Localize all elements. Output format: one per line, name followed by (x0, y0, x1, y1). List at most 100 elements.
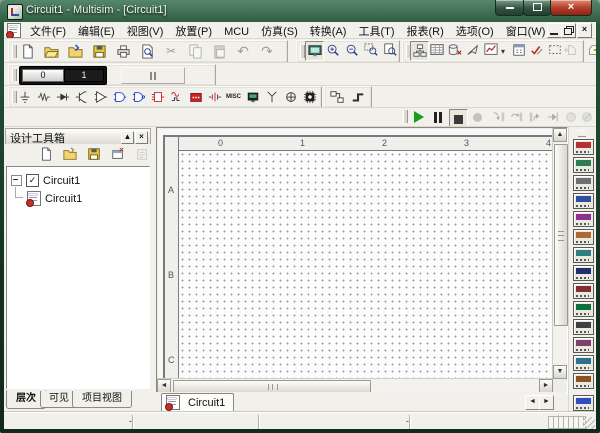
instrument-word-generator-icon[interactable] (573, 265, 594, 281)
run-simulation-button[interactable] (410, 108, 427, 126)
scroll-up-button[interactable]: ▲ (553, 128, 567, 142)
instrument-logic-converter-icon[interactable] (573, 283, 594, 299)
toolbox-rename-button[interactable] (133, 145, 150, 163)
tab-scroll-left-button[interactable]: ◄ (525, 395, 540, 410)
save-button[interactable] (89, 41, 109, 61)
capture-area-button[interactable] (546, 41, 563, 59)
place-ttl-button[interactable] (111, 88, 128, 106)
pause-simulation-button[interactable] (429, 108, 446, 126)
place-rf-button[interactable] (263, 88, 280, 106)
design-toolbox-toggle-button[interactable] (410, 41, 429, 61)
database-manager-button[interactable] (446, 41, 463, 59)
instrument-function-generator-icon[interactable] (573, 157, 594, 173)
instrument-distortion-analyzer-icon[interactable] (573, 337, 594, 353)
place-advanced-peripherals-button[interactable] (244, 88, 261, 106)
menu-place[interactable]: 放置(P) (169, 22, 218, 38)
tree-checkbox-icon[interactable]: ✓ (26, 174, 39, 187)
menu-options[interactable]: 选项(O) (450, 22, 500, 38)
place-source-button[interactable] (16, 88, 33, 106)
document-tab-circuit1[interactable]: Circuit1 (161, 393, 234, 411)
place-electromechanical-button[interactable] (282, 88, 299, 106)
place-cmos-button[interactable] (130, 88, 147, 106)
zoom-out-button[interactable] (343, 41, 360, 59)
toolbox-open-button[interactable] (61, 145, 78, 163)
title-bar[interactable]: Circuit1 - Multisim - [Circuit1] × (0, 0, 600, 22)
fullscreen-button[interactable] (305, 41, 324, 61)
toggle-breakpoint-button[interactable] (562, 108, 579, 126)
menu-reports[interactable]: 报表(R) (401, 22, 450, 38)
maximize-button[interactable] (523, 0, 551, 16)
instrument-iv-analyzer-icon[interactable] (573, 319, 594, 335)
toolbar-drag-handle[interactable] (12, 69, 17, 81)
horizontal-scrollbar[interactable]: ◄ ► (157, 378, 553, 393)
instrument-four-channel-oscilloscope-icon[interactable] (573, 211, 594, 227)
place-diode-button[interactable] (54, 88, 71, 106)
print-button[interactable] (113, 41, 133, 61)
place-hierarchical-block-button[interactable] (328, 88, 345, 106)
menu-file[interactable]: 文件(F) (24, 22, 72, 38)
vertical-scroll-thumb[interactable] (554, 144, 568, 326)
place-power-button[interactable] (206, 88, 223, 106)
instrument-network-analyzer-icon[interactable] (573, 373, 594, 389)
tree-node-circuit1-root[interactable]: ✓ Circuit1 (11, 173, 80, 188)
panel-close-button[interactable]: × (135, 131, 148, 144)
step-into-button[interactable] (490, 108, 507, 126)
step-out-button[interactable] (526, 108, 543, 126)
instrument-multimeter-icon[interactable] (573, 139, 594, 155)
tab-project-view[interactable]: 项目视图 (72, 391, 132, 408)
mdi-close-button[interactable]: × (577, 23, 592, 38)
close-button[interactable]: × (550, 0, 592, 16)
zoom-in-button[interactable] (324, 41, 341, 59)
resize-grip[interactable] (583, 417, 595, 429)
grapher-dropdown-icon[interactable]: ▾ (498, 41, 508, 61)
postprocessor-button[interactable] (510, 41, 527, 59)
toolbar-drag-handle[interactable] (403, 110, 408, 123)
instrument-bode-plotter-icon[interactable] (573, 229, 594, 245)
minimize-button[interactable] (495, 0, 524, 16)
place-transistor-button[interactable] (73, 88, 90, 106)
toolbox-new-schematic-button[interactable] (37, 145, 54, 163)
erc-button[interactable] (464, 41, 481, 59)
mdi-restore-button[interactable] (561, 23, 576, 38)
menu-edit[interactable]: 编辑(E) (72, 22, 121, 38)
cut-button[interactable]: ✂ (161, 41, 181, 61)
record-button[interactable] (469, 108, 486, 126)
place-misc-button[interactable]: MISC (225, 88, 242, 106)
spreadsheet-view-button[interactable] (428, 41, 445, 59)
zoom-fit-button[interactable] (381, 41, 398, 59)
menu-view[interactable]: 视图(V) (121, 22, 170, 38)
zoom-area-button[interactable] (362, 41, 379, 59)
open-sample-button[interactable] (65, 41, 85, 61)
forward-annotate-button[interactable] (584, 41, 596, 59)
panel-minimize-button[interactable]: ▲ (121, 131, 134, 144)
toolbox-close-document-button[interactable] (109, 145, 126, 163)
scroll-down-button[interactable]: ▼ (553, 365, 567, 379)
place-analog-button[interactable] (92, 88, 109, 106)
place-bus-button[interactable] (349, 88, 366, 106)
menu-simulate[interactable]: 仿真(S) (255, 22, 304, 38)
instrument-wattmeter-icon[interactable] (573, 175, 594, 191)
vertical-scrollbar[interactable]: ▲ ▼ (552, 128, 567, 379)
step-over-button[interactable] (508, 108, 525, 126)
menu-transfer[interactable]: 转换(A) (304, 22, 353, 38)
place-mcu-button[interactable] (301, 88, 318, 106)
undo-button[interactable]: ↶ (233, 41, 253, 61)
schematic-sheet[interactable]: 0 1 2 3 4 A B C (163, 135, 552, 378)
paste-button[interactable] (209, 41, 229, 61)
new-file-button[interactable] (17, 41, 37, 61)
menu-window[interactable]: 窗口(W) (500, 22, 552, 38)
tree-collapse-icon[interactable] (11, 175, 22, 186)
toolbox-save-button[interactable] (85, 145, 102, 163)
grapher-button[interactable] (482, 41, 499, 59)
instrument-frequency-counter-icon[interactable] (573, 247, 594, 263)
place-indicator-button[interactable] (187, 88, 204, 106)
schematic-viewport[interactable]: 0 1 2 3 4 A B C (158, 129, 552, 378)
remove-breakpoints-button[interactable] (578, 108, 595, 126)
tree-node-circuit1-sheet[interactable]: Circuit1 (27, 191, 82, 206)
scroll-left-button[interactable]: ◄ (157, 379, 171, 393)
pause-switch[interactable] (121, 67, 185, 84)
print-preview-button[interactable] (137, 41, 157, 61)
run-switch[interactable]: 0 1 (19, 66, 107, 85)
scroll-right-button[interactable]: ► (539, 379, 553, 393)
instrument-current-probe-icon[interactable] (573, 395, 594, 411)
